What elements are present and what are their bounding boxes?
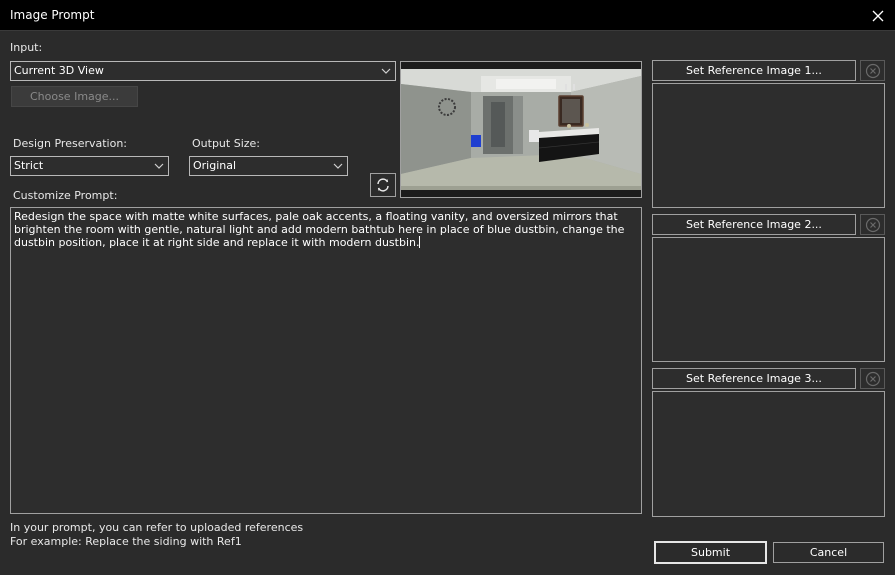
close-icon — [872, 10, 884, 21]
output-size-label: Output Size: — [192, 137, 260, 150]
set-reference-image-1-button[interactable]: Set Reference Image 1... — [652, 60, 856, 81]
clear-circle-icon — [865, 217, 880, 232]
clear-reference-2-button[interactable] — [860, 214, 885, 235]
clear-circle-icon — [865, 63, 880, 78]
prompt-textarea[interactable]: Redesign the space with matte white surf… — [10, 207, 642, 514]
prompt-text: Redesign the space with matte white surf… — [14, 210, 628, 249]
chevron-down-icon — [333, 163, 343, 169]
cancel-button[interactable]: Cancel — [773, 542, 884, 563]
customize-prompt-label: Customize Prompt: — [13, 189, 118, 202]
close-button[interactable] — [861, 0, 895, 31]
window-title: Image Prompt — [10, 8, 95, 22]
input-label: Input: — [10, 41, 43, 54]
set-reference-image-2-button[interactable]: Set Reference Image 2... — [652, 214, 856, 235]
reference-image-3-slot — [652, 391, 885, 517]
design-preservation-select[interactable]: Strict — [10, 156, 169, 176]
refresh-icon — [377, 178, 389, 192]
view-preview — [400, 61, 642, 198]
reference-hint-line-2: For example: Replace the siding with Ref… — [10, 535, 242, 548]
text-caret — [419, 236, 421, 248]
output-size-select[interactable]: Original — [189, 156, 348, 176]
clear-reference-1-button[interactable] — [860, 60, 885, 81]
set-reference-image-3-button[interactable]: Set Reference Image 3... — [652, 368, 856, 389]
reference-image-2-slot — [652, 237, 885, 362]
input-select[interactable]: Current 3D View — [10, 61, 396, 81]
chevron-down-icon — [381, 68, 391, 74]
clear-reference-3-button[interactable] — [860, 368, 885, 389]
reference-image-1-slot — [652, 83, 885, 208]
design-preservation-value: Strict — [14, 159, 44, 172]
clear-circle-icon — [865, 371, 880, 386]
title-bar: Image Prompt — [0, 0, 895, 31]
refresh-preview-button[interactable] — [370, 173, 396, 197]
choose-image-button[interactable]: Choose Image... — [11, 86, 138, 107]
input-select-value: Current 3D View — [14, 64, 104, 77]
reference-hint-line-1: In your prompt, you can refer to uploade… — [10, 521, 304, 534]
chevron-down-icon — [154, 163, 164, 169]
design-preservation-label: Design Preservation: — [13, 137, 128, 150]
room-render-image — [401, 62, 641, 197]
output-size-value: Original — [193, 159, 237, 172]
submit-button[interactable]: Submit — [654, 541, 767, 564]
